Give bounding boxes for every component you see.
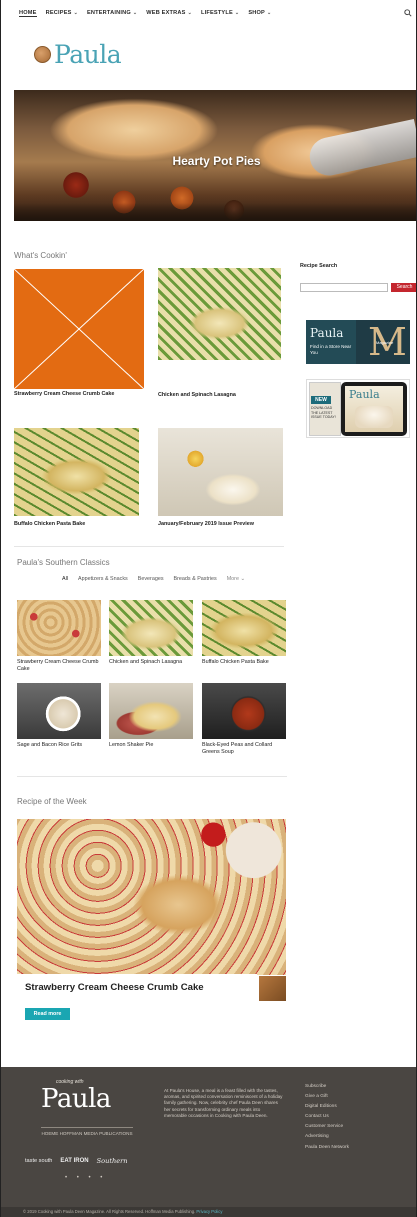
broken-image-placeholder[interactable] (12, 267, 146, 391)
filter-all[interactable]: All (62, 576, 68, 582)
ad-text: DOWNLOAD THE LATEST ISSUE TODAY! (311, 406, 336, 420)
filter-appetizers[interactable]: Appetizers & Snacks (78, 576, 128, 582)
site-footer: cooking with Paula HOEME HOFFMAN MEDIA P… (1, 1067, 416, 1217)
sister-brands: taste south EAT IRON Southern (25, 1157, 128, 1165)
card-title[interactable]: Lemon Shaker Pie (109, 742, 195, 749)
card-title[interactable]: Buffalo Chicken Pasta Bake (14, 521, 139, 528)
recipe-search-input[interactable] (300, 283, 388, 292)
recipe-of-week-caption[interactable]: Strawberry Cream Cheese Crumb Cake (17, 974, 257, 1002)
search-icon[interactable] (404, 9, 412, 17)
digital-issue-ad[interactable]: NEW DOWNLOAD THE LATEST ISSUE TODAY! Pau… (306, 379, 410, 438)
privacy-link[interactable]: Privacy Policy (196, 1209, 222, 1214)
filter-more[interactable]: More ⌄ (227, 576, 245, 582)
site-logo[interactable]: Paula (34, 39, 122, 69)
card-image-grits[interactable] (17, 683, 101, 739)
card-title[interactable]: Chicken and Spinach Lasagna (109, 659, 199, 666)
hero-banner[interactable]: Hearty Pot Pies (14, 90, 416, 221)
footer-link-digital[interactable]: Digital Editions (305, 1102, 349, 1112)
brand-eat-iron[interactable]: EAT IRON (60, 1158, 88, 1164)
chevron-down-icon: ⌄ (234, 10, 240, 16)
chevron-down-icon: ⌄ (73, 10, 78, 16)
copyright-text: © 2019 Cooking with Paula Deen Magazine.… (23, 1209, 196, 1214)
card-title[interactable]: Sage and Bacon Rice Grits (17, 742, 103, 749)
nav-entertaining[interactable]: ENTERTAINING ⌄ (87, 10, 137, 16)
card-title[interactable]: Buffalo Chicken Pasta Bake (202, 659, 288, 666)
page-frame: HOME RECIPES ⌄ ENTERTAINING ⌄ WEB EXTRAS ⌄ … (0, 0, 417, 1217)
card-title[interactable]: Chicken and Spinach Lasagna (158, 392, 283, 399)
card-image-crumb-cake[interactable] (17, 600, 101, 656)
footer-logo[interactable]: Paula (41, 1084, 111, 1114)
filter-breads[interactable]: Breads & Pastries (174, 576, 217, 582)
copyright-bar: © 2019 Cooking with Paula Deen Magazine.… (1, 1207, 416, 1217)
nav-web-extras[interactable]: WEB EXTRAS ⌄ (146, 10, 192, 16)
brand-southern[interactable]: Southern (97, 1157, 128, 1165)
filter-more-label: More (226, 576, 239, 582)
new-badge: NEW (311, 396, 331, 404)
card-image-lasagna[interactable] (109, 600, 193, 656)
ad-text: Find in a Store Near You (310, 344, 352, 355)
southern-classics-title: Paula's Southern Classics (17, 558, 110, 567)
brand-taste-south[interactable]: taste south (25, 1158, 52, 1164)
footer-links: Subscribe Give a Gift Digital Editions C… (305, 1082, 349, 1153)
logo-text: Paula (54, 39, 122, 69)
nav-recipes-label: RECIPES (45, 10, 72, 16)
card-image-casserole[interactable] (202, 600, 286, 656)
hero-spoon-image (306, 118, 416, 180)
footer-about: At Paula's House, a meal is a feast fill… (164, 1088, 283, 1118)
chevron-down-icon: ⌄ (240, 576, 246, 582)
card-title[interactable]: Strawberry Cream Cheese Crumb Cake (17, 659, 103, 673)
nav-entertaining-label: ENTERTAINING (86, 10, 131, 16)
nav-shop[interactable]: SHOP ⌄ (248, 10, 271, 16)
footer-link-gift[interactable]: Give a Gift (305, 1092, 349, 1102)
card-title[interactable]: January/February 2019 Issue Preview (158, 521, 268, 528)
hero-title: Hearty Pot Pies (172, 154, 261, 168)
cake-image (355, 406, 393, 428)
footer-logo-text: Paula (41, 1084, 111, 1114)
logo-dish-icon (34, 45, 51, 63)
recipe-search-label: Recipe Search (300, 263, 338, 269)
search-button[interactable]: Search (391, 283, 416, 292)
chevron-down-icon: ⌄ (187, 10, 192, 16)
whats-cookin-title: What's Cookin' (14, 251, 67, 260)
nav-home-label: HOME (19, 9, 37, 16)
divider (17, 776, 287, 777)
footer-link-customer-service[interactable]: Customer Service (305, 1122, 349, 1132)
publisher-line: HOEME HOFFMAN MEDIA PUBLICATIONS (41, 1127, 133, 1137)
card-title[interactable]: Strawberry Cream Cheese Crumb Cake (14, 391, 139, 398)
card-image-lasagna[interactable] (158, 268, 281, 360)
footer-link-subscribe[interactable]: Subscribe (305, 1082, 349, 1092)
footer-link-network[interactable]: Paula Deen Network (305, 1143, 349, 1153)
hero-dish-rim (14, 203, 416, 221)
card-image-soup[interactable] (202, 683, 286, 739)
top-nav: HOME RECIPES ⌄ ENTERTAINING ⌄ WEB EXTRAS ⌄ … (1, 0, 416, 26)
ad-brand: Paula (349, 388, 380, 401)
read-more-button[interactable]: Read more (25, 1008, 70, 1020)
nav-recipes[interactable]: RECIPES ⌄ (46, 10, 78, 16)
recipe-thumbnail[interactable] (259, 976, 286, 1001)
chevron-down-icon: ⌄ (132, 10, 138, 16)
ad-sub: Magazine (376, 340, 394, 345)
nav-lifestyle[interactable]: LIFESTYLE ⌄ (201, 10, 239, 16)
footer-link-contact[interactable]: Contact Us (305, 1112, 349, 1122)
card-image-casserole[interactable] (14, 428, 139, 516)
nav-shop-label: SHOP (248, 10, 265, 16)
recipe-of-week-image[interactable] (17, 819, 286, 975)
store-locator-ad[interactable]: Paula Find in a Store Near You M Magazin… (306, 320, 410, 364)
nav-web-extras-label: WEB EXTRAS (146, 10, 186, 16)
footer-link-advertising[interactable]: Advertising (305, 1132, 349, 1142)
nav-lifestyle-label: LIFESTYLE (200, 10, 233, 16)
nav-home[interactable]: HOME (19, 10, 37, 17)
image-placeholder-icon (12, 267, 146, 391)
carousel-dots[interactable]: • • • • (65, 1175, 106, 1181)
ad-brand: Paula (310, 326, 344, 340)
chevron-down-icon: ⌄ (266, 10, 272, 16)
divider (14, 546, 284, 547)
card-image-dessert[interactable] (158, 428, 283, 516)
category-filters: All Appetizers & Snacks Beverages Breads… (62, 576, 245, 582)
recipe-of-week-title: Recipe of the Week (17, 797, 87, 806)
card-image-pie[interactable] (109, 683, 193, 739)
card-title[interactable]: Black-Eyed Peas and Collard Greens Soup (202, 742, 288, 756)
filter-beverages[interactable]: Beverages (138, 576, 164, 582)
